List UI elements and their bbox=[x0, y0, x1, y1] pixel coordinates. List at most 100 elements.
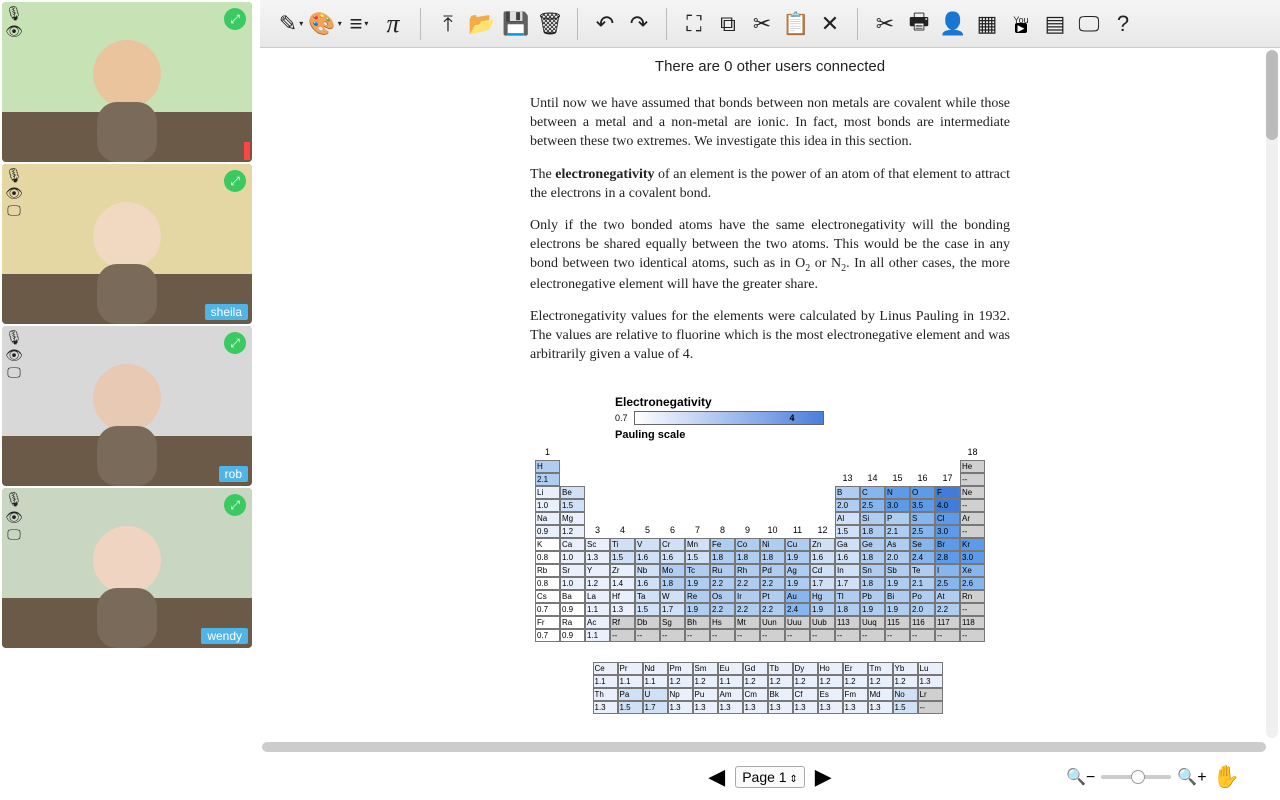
video-feed bbox=[2, 164, 252, 324]
zoom-in-button[interactable]: 🔍+ bbox=[1177, 767, 1206, 787]
pt-title: Electronegativity bbox=[615, 395, 1005, 409]
element-cell: -- bbox=[710, 629, 735, 642]
element-cell: -- bbox=[960, 629, 985, 642]
mic-icon[interactable]: 🎙 bbox=[6, 168, 22, 184]
element-cell: Ne bbox=[960, 486, 985, 499]
upload-button[interactable]: ⤒ bbox=[433, 9, 463, 39]
element-cell: I bbox=[935, 564, 960, 577]
element-cell: Uun bbox=[760, 616, 785, 629]
eye-icon[interactable]: 👁 bbox=[6, 24, 22, 40]
element-cell: -- bbox=[810, 629, 835, 642]
participant-name: rob bbox=[219, 466, 248, 482]
paragraph: Only if the two bonded atoms have the sa… bbox=[530, 217, 1010, 294]
grid-button[interactable]: ▦ bbox=[972, 9, 1002, 39]
element-cell: 1.3 bbox=[818, 701, 843, 714]
element-cell: 2.0 bbox=[885, 551, 910, 564]
element-cell: Sm bbox=[693, 662, 718, 675]
palette-button[interactable]: 🎨 bbox=[310, 9, 340, 39]
expand-button[interactable]: ⤢ bbox=[224, 170, 246, 192]
element-cell: 1.4 bbox=[610, 577, 635, 590]
prev-page-button[interactable]: ◀ bbox=[708, 764, 725, 790]
pi-button[interactable]: π bbox=[378, 9, 408, 39]
element-cell: 1.2 bbox=[693, 675, 718, 688]
zoom-out-button[interactable]: 🔍− bbox=[1066, 767, 1095, 787]
screen-icon[interactable]: 🖵 bbox=[6, 204, 22, 220]
element-cell: 3.0 bbox=[935, 525, 960, 538]
horizontal-scrollbar[interactable] bbox=[262, 742, 1266, 752]
element-cell: Te bbox=[910, 564, 935, 577]
mic-icon[interactable]: 🎙 bbox=[6, 6, 22, 22]
youtube-button[interactable]: You▶ bbox=[1006, 9, 1036, 39]
video-tile[interactable]: 🎙 👁 🖵 ⤢ rob bbox=[2, 326, 252, 486]
lines-button[interactable]: ≡ bbox=[344, 9, 374, 39]
element-cell: 1.1 bbox=[585, 629, 610, 642]
element-cell: 2.2 bbox=[735, 603, 760, 616]
vertical-scrollbar[interactable] bbox=[1266, 50, 1278, 738]
element-cell: 1.2 bbox=[668, 675, 693, 688]
video-tile[interactable]: 🎙 👁 🖵 ⤢ wendy bbox=[2, 488, 252, 648]
hand-tool-button[interactable]: ✋ bbox=[1213, 764, 1240, 790]
screen-icon[interactable]: 🖵 bbox=[6, 366, 22, 382]
doc-button[interactable]: ▤ bbox=[1040, 9, 1070, 39]
fit-button[interactable]: ⛶ bbox=[679, 9, 709, 39]
element-cell: Ho bbox=[818, 662, 843, 675]
canvas-area[interactable]: There are 0 other users connected Until … bbox=[260, 48, 1280, 740]
paste-button[interactable]: 📋 bbox=[781, 9, 811, 39]
eye-icon[interactable]: 👁 bbox=[6, 510, 22, 526]
zoom-thumb[interactable] bbox=[1131, 770, 1145, 784]
help-button[interactable]: ? bbox=[1108, 9, 1138, 39]
video-tile[interactable]: 🎙 👁 🖵 ⤢ sheila bbox=[2, 164, 252, 324]
page-select[interactable]: Page 1 bbox=[735, 766, 805, 788]
element-cell: 1.2 bbox=[793, 675, 818, 688]
element-cell: 1.6 bbox=[635, 577, 660, 590]
element-cell: Mo bbox=[660, 564, 685, 577]
close-button[interactable]: ✕ bbox=[815, 9, 845, 39]
element-cell: Re bbox=[685, 590, 710, 603]
monitor-button[interactable]: 🖵 bbox=[1074, 9, 1104, 39]
element-cell: Mg bbox=[560, 512, 585, 525]
expand-button[interactable]: ⤢ bbox=[224, 8, 246, 30]
mic-icon[interactable]: 🎙 bbox=[6, 330, 22, 346]
element-cell: Kr bbox=[960, 538, 985, 551]
crop-button[interactable]: ✂ bbox=[870, 9, 900, 39]
element-cell: -- bbox=[960, 499, 985, 512]
add-user-button[interactable]: 👤 bbox=[938, 9, 968, 39]
zoom-slider[interactable] bbox=[1101, 775, 1171, 779]
expand-button[interactable]: ⤢ bbox=[224, 494, 246, 516]
element-cell: 1.8 bbox=[860, 577, 885, 590]
element-cell: Uuu bbox=[785, 616, 810, 629]
element-cell: Al bbox=[835, 512, 860, 525]
element-cell: 1.5 bbox=[893, 701, 918, 714]
element-cell: 1.9 bbox=[685, 577, 710, 590]
expand-button[interactable]: ⤢ bbox=[224, 332, 246, 354]
video-tile[interactable]: 🎙 👁 ⤢ bbox=[2, 2, 252, 162]
eye-icon[interactable]: 👁 bbox=[6, 186, 22, 202]
video-feed bbox=[2, 2, 252, 162]
element-cell: Hf bbox=[610, 590, 635, 603]
folder-open-button[interactable]: 📂 bbox=[467, 9, 497, 39]
redo-button[interactable]: ↷ bbox=[624, 9, 654, 39]
element-cell: 1.9 bbox=[785, 577, 810, 590]
element-cell: Cr bbox=[660, 538, 685, 551]
trash-button[interactable]: 🗑 bbox=[535, 9, 565, 39]
element-cell: Zr bbox=[610, 564, 635, 577]
element-cell: Xe bbox=[960, 564, 985, 577]
element-cell: 1.8 bbox=[835, 603, 860, 616]
element-cell: 1.2 bbox=[843, 675, 868, 688]
cut-button[interactable]: ✂ bbox=[747, 9, 777, 39]
screen-icon[interactable]: 🖵 bbox=[6, 528, 22, 544]
element-cell: Se bbox=[910, 538, 935, 551]
element-cell: Pr bbox=[618, 662, 643, 675]
eye-icon[interactable]: 👁 bbox=[6, 348, 22, 364]
element-cell: 115 bbox=[885, 616, 910, 629]
element-cell: B bbox=[835, 486, 860, 499]
mic-icon[interactable]: 🎙 bbox=[6, 492, 22, 508]
next-page-button[interactable]: ▶ bbox=[815, 764, 832, 790]
scrollbar-thumb[interactable] bbox=[1266, 50, 1278, 140]
pencil-button[interactable]: ✎ bbox=[276, 9, 306, 39]
print-button[interactable]: 🖶 bbox=[904, 9, 934, 39]
element-cell: Rn bbox=[960, 590, 985, 603]
save-button[interactable]: 💾 bbox=[501, 9, 531, 39]
undo-button[interactable]: ↶ bbox=[590, 9, 620, 39]
copy-button[interactable]: ⧉ bbox=[713, 9, 743, 39]
